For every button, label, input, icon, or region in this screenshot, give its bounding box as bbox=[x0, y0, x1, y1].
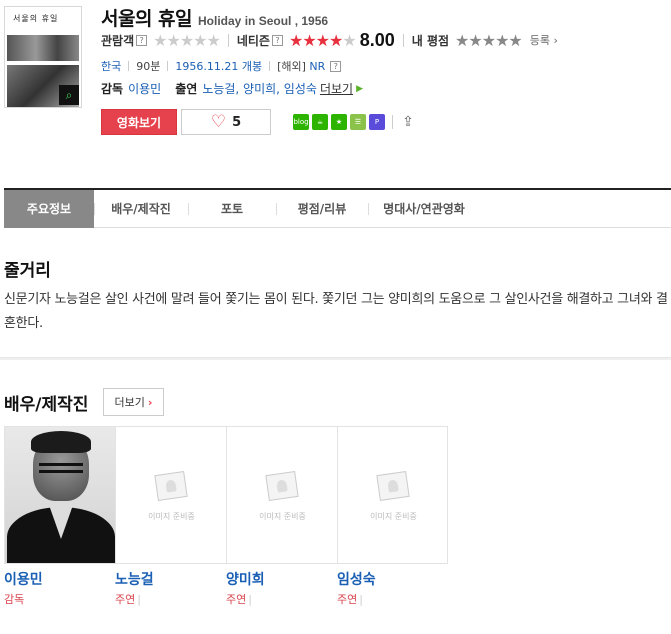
list-share-icon[interactable]: ☰ bbox=[350, 114, 366, 130]
person-role: 감독 bbox=[4, 593, 25, 606]
star-share-icon[interactable]: ★ bbox=[331, 114, 347, 130]
movie-title-english: Holiday in Seoul , 1956 bbox=[198, 14, 329, 28]
cast-card[interactable]: 이용민 감독 bbox=[4, 426, 115, 607]
action-row: 영화보기 ♡ 5 blog ☕ ★ ☰ P ⇪ bbox=[101, 109, 416, 135]
person-photo-placeholder[interactable]: 이미지 준비중 bbox=[337, 426, 448, 564]
age-rating-link[interactable]: NR bbox=[309, 60, 325, 73]
movie-poster[interactable]: 서울의 휴일 ⌕ bbox=[4, 6, 82, 108]
audience-stars: ★★★★★ bbox=[153, 30, 221, 50]
tab-cast-crew[interactable]: 배우/제작진 bbox=[94, 190, 188, 228]
crew-row: 감독 이용민 출연 노능걸, 양미희, 임성숙 더보기 ▶ bbox=[101, 80, 363, 97]
runtime: 90분 bbox=[136, 60, 161, 73]
share-out-icon[interactable]: ⇪ bbox=[400, 114, 416, 130]
help-icon[interactable]: ? bbox=[271, 34, 283, 46]
tab-reviews[interactable]: 평점/리뷰 bbox=[276, 190, 368, 228]
cafe-share-icon[interactable]: ☕ bbox=[312, 114, 328, 130]
person-role: 주연 | bbox=[115, 593, 141, 606]
director-label: 감독 bbox=[101, 82, 124, 96]
person-role: 주연 | bbox=[226, 593, 252, 606]
placeholder-text: 이미지 준비중 bbox=[148, 512, 195, 521]
share-icons: blog ☕ ★ ☰ P ⇪ bbox=[293, 114, 416, 130]
image-placeholder-icon bbox=[370, 471, 416, 513]
cast-section-title: 배우/제작진 bbox=[4, 395, 89, 415]
country-link[interactable]: 한국 bbox=[101, 58, 121, 74]
cast-links[interactable]: 노능걸, 양미희, 임성숙 bbox=[202, 80, 317, 97]
person-photo-placeholder[interactable]: 이미지 준비중 bbox=[226, 426, 337, 564]
netizen-score: 8.00 bbox=[359, 29, 395, 50]
movie-title: 서울의 휴일 bbox=[101, 8, 193, 30]
heart-icon: ♡ bbox=[210, 112, 227, 132]
synopsis-title: 줄거리 bbox=[4, 261, 51, 281]
p-share-icon[interactable]: P bbox=[369, 114, 385, 130]
person-name[interactable]: 노능걸 bbox=[115, 569, 226, 589]
like-count: 5 bbox=[232, 114, 242, 130]
audience-rating-label: 관람객 bbox=[101, 33, 135, 48]
section-divider bbox=[0, 357, 671, 360]
my-rating-label: 내 평점 bbox=[411, 33, 450, 48]
director-link[interactable]: 이용민 bbox=[128, 80, 161, 97]
divider bbox=[269, 61, 271, 71]
rating-row: 관람객 ? ★★★★★ 네티즌 ? ★★★★★ 8.00 내 평점 ★★★★★ … bbox=[101, 30, 558, 50]
cast-card[interactable]: 이미지 준비중 임성숙 주연 | bbox=[337, 426, 448, 607]
person-role: 주연 | bbox=[337, 593, 363, 606]
cast-label: 출연 bbox=[175, 82, 198, 96]
cast-card[interactable]: 이미지 준비중 양미희 주연 | bbox=[226, 426, 337, 607]
tab-quotes-related[interactable]: 명대사/연관영화 bbox=[368, 190, 480, 228]
like-button[interactable]: ♡ 5 bbox=[181, 109, 271, 135]
cast-card[interactable]: 이미지 준비중 노능걸 주연 | bbox=[115, 426, 226, 607]
age-rating-prefix: [해외] bbox=[277, 60, 306, 73]
divider bbox=[392, 115, 393, 129]
netizen-stars: ★★★★★ bbox=[288, 30, 357, 50]
more-label: 더보기 bbox=[114, 396, 145, 409]
person-photo[interactable] bbox=[4, 426, 115, 564]
divider bbox=[167, 61, 169, 71]
tab-photo[interactable]: 포토 bbox=[188, 190, 276, 228]
my-rating-stars[interactable]: ★★★★★ bbox=[455, 31, 523, 50]
divider bbox=[128, 61, 130, 71]
divider bbox=[402, 33, 404, 47]
tab-main-info[interactable]: 주요정보 bbox=[4, 189, 94, 228]
placeholder-text: 이미지 준비중 bbox=[259, 512, 306, 521]
person-photo-placeholder[interactable]: 이미지 준비중 bbox=[115, 426, 226, 564]
person-name[interactable]: 임성숙 bbox=[337, 569, 448, 589]
cast-more-link[interactable]: 더보기 bbox=[320, 80, 353, 97]
cast-list: 이용민 감독 이미지 준비중 노능걸 주연 | 이미지 준비중 양미희 주연 | 이… bbox=[4, 426, 448, 607]
poster-image-top bbox=[7, 35, 79, 61]
arrow-right-icon: ▶ bbox=[356, 83, 363, 94]
blog-share-icon[interactable]: blog bbox=[293, 114, 309, 130]
zoom-icon[interactable]: ⌕ bbox=[59, 85, 79, 105]
synopsis-text: 신문기자 노능걸은 살인 사건에 말려 들어 쫓기는 몸이 된다. 쫓기던 그는… bbox=[4, 292, 668, 331]
title-row: 서울의 휴일 Holiday in Seoul , 1956 bbox=[101, 4, 328, 31]
placeholder-text: 이미지 준비중 bbox=[370, 512, 417, 521]
help-icon[interactable]: ? bbox=[136, 34, 148, 46]
netizen-rating-label: 네티즌 bbox=[236, 33, 270, 48]
help-icon[interactable]: ? bbox=[330, 60, 342, 72]
image-placeholder-icon bbox=[148, 471, 194, 513]
poster-title: 서울의 휴일 bbox=[13, 14, 59, 23]
watch-movie-button[interactable]: 영화보기 bbox=[101, 109, 177, 135]
movie-meta: 한국 90분 1956.11.21 개봉 [해외] NR ? bbox=[101, 58, 342, 74]
person-name[interactable]: 이용민 bbox=[4, 569, 115, 589]
divider bbox=[227, 33, 229, 47]
chevron-right-icon: › bbox=[147, 395, 153, 409]
content-tabs: 주요정보 배우/제작진 포토 평점/리뷰 명대사/연관영화 bbox=[4, 188, 671, 228]
person-name[interactable]: 양미희 bbox=[226, 569, 337, 589]
release-date-link[interactable]: 1956.11.21 개봉 bbox=[175, 58, 262, 74]
cast-more-button[interactable]: 더보기 › bbox=[103, 388, 164, 416]
register-rating-link[interactable]: 등록 › bbox=[530, 32, 558, 48]
image-placeholder-icon bbox=[259, 471, 305, 513]
